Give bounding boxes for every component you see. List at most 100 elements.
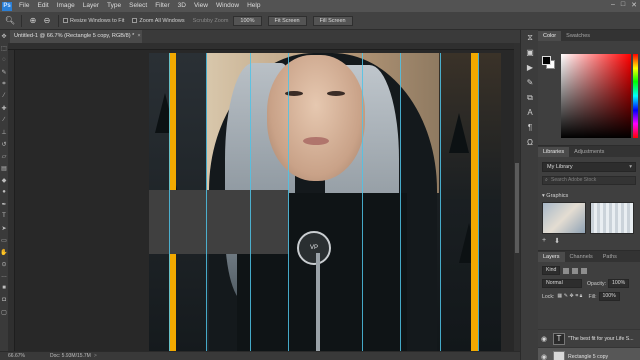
tab-layers[interactable]: Layers bbox=[538, 252, 565, 262]
graphics-section-heading[interactable]: ▾ Graphics bbox=[542, 193, 636, 199]
blend-mode-select[interactable]: Normal bbox=[542, 279, 582, 288]
brush-tool-icon[interactable]: ∕ bbox=[0, 114, 8, 126]
tab-adjustments[interactable]: Adjustments bbox=[569, 147, 609, 157]
adjustment-filter-icon[interactable] bbox=[572, 267, 579, 274]
menu-help[interactable]: Help bbox=[243, 0, 264, 12]
lasso-tool-icon[interactable]: ◌ bbox=[0, 54, 8, 66]
vertical-ruler[interactable] bbox=[8, 50, 15, 351]
hand-tool-icon[interactable]: ✋ bbox=[0, 246, 8, 258]
dodge-tool-icon[interactable]: ● bbox=[0, 186, 8, 198]
healing-tool-icon[interactable]: ✚ bbox=[0, 102, 8, 114]
type-tool-icon[interactable]: T bbox=[0, 210, 8, 222]
layer-name[interactable]: Rectangle 5 copy bbox=[568, 354, 640, 360]
fill-screen-button[interactable]: Fill Screen bbox=[312, 15, 353, 26]
guide-line[interactable] bbox=[288, 53, 289, 351]
scrubby-zoom-label[interactable]: Scrubby Zoom bbox=[193, 18, 229, 24]
tab-libraries[interactable]: Libraries bbox=[538, 147, 570, 157]
color-swatch-icon[interactable]: ■ bbox=[0, 282, 8, 294]
menu-view[interactable]: View bbox=[190, 0, 212, 12]
guide-line[interactable] bbox=[400, 53, 401, 351]
history-icon[interactable]: ⧖ bbox=[521, 30, 539, 45]
maximize-icon[interactable]: □ bbox=[621, 1, 625, 9]
guide-line[interactable] bbox=[169, 53, 170, 351]
fill-input[interactable]: 100% bbox=[598, 292, 620, 301]
guide-line[interactable] bbox=[250, 53, 251, 351]
stock-search-input[interactable]: ⌕ Search Adobe Stock bbox=[542, 176, 636, 185]
close-window-icon[interactable]: ✕ bbox=[631, 1, 637, 9]
layer-kind-filter[interactable]: Kind bbox=[542, 266, 561, 275]
layer-row[interactable]: ◉ T "The best fit for your Life S... bbox=[538, 329, 640, 347]
move-tool-icon[interactable]: ✥ bbox=[0, 30, 8, 42]
shape-tool-icon[interactable]: ▭ bbox=[0, 234, 8, 246]
graphic-thumbnail[interactable] bbox=[542, 202, 586, 234]
properties-icon[interactable]: ▣ bbox=[521, 45, 539, 60]
add-content-icon[interactable]: + bbox=[542, 237, 546, 245]
guide-line[interactable] bbox=[478, 53, 479, 351]
menu-type[interactable]: Type bbox=[103, 0, 125, 12]
menu-filter[interactable]: Filter bbox=[151, 0, 173, 12]
zoom-in-icon[interactable]: ⊕ bbox=[26, 15, 40, 27]
zoom-tool-icon[interactable]: 🔍︎ bbox=[3, 15, 17, 27]
menu-file[interactable]: File bbox=[15, 0, 33, 12]
type-filter-icon[interactable] bbox=[581, 267, 588, 274]
graphic-thumbnail[interactable] bbox=[590, 202, 634, 234]
opacity-input[interactable]: 100% bbox=[608, 279, 630, 288]
scrollbar-thumb[interactable] bbox=[515, 163, 519, 253]
eraser-tool-icon[interactable]: ▱ bbox=[0, 150, 8, 162]
actions-icon[interactable]: ▶ bbox=[521, 60, 539, 75]
path-select-tool-icon[interactable]: ➤ bbox=[0, 222, 8, 234]
gradient-tool-icon[interactable]: ▤ bbox=[0, 162, 8, 174]
gray-rectangle-shape[interactable] bbox=[149, 190, 289, 254]
blur-tool-icon[interactable]: ◆ bbox=[0, 174, 8, 186]
zoom-all-windows-checkbox[interactable]: Zoom All Windows bbox=[132, 18, 185, 24]
menu-3d[interactable]: 3D bbox=[174, 0, 190, 12]
close-tab-icon[interactable]: × bbox=[137, 33, 140, 39]
pixel-filter-icon[interactable] bbox=[563, 267, 570, 274]
eyedropper-tool-icon[interactable]: ⁄ bbox=[0, 90, 8, 102]
stamp-tool-icon[interactable]: ⊥ bbox=[0, 126, 8, 138]
menu-image[interactable]: Image bbox=[53, 0, 79, 12]
paragraph-icon[interactable]: ¶ bbox=[521, 120, 539, 135]
gold-stripe-right[interactable] bbox=[471, 53, 478, 351]
menu-window[interactable]: Window bbox=[212, 0, 243, 12]
resize-windows-checkbox[interactable]: Resize Windows to Fit bbox=[63, 18, 124, 24]
checkbox-box[interactable] bbox=[132, 18, 138, 23]
more-tools-icon[interactable]: … bbox=[0, 270, 8, 282]
quick-mask-icon[interactable]: ◘ bbox=[0, 294, 8, 306]
zoom-tool-icon[interactable]: ⊙ bbox=[0, 258, 8, 270]
clone-source-icon[interactable]: ⧉ bbox=[521, 90, 539, 105]
foreground-color-swatch[interactable] bbox=[542, 56, 551, 65]
menu-layer[interactable]: Layer bbox=[79, 0, 103, 12]
quick-select-tool-icon[interactable]: ✎ bbox=[0, 66, 8, 78]
zoom-out-icon[interactable]: ⊖ bbox=[40, 15, 54, 27]
minimize-icon[interactable]: – bbox=[611, 1, 615, 9]
menu-select[interactable]: Select bbox=[125, 0, 151, 12]
status-menu-arrow-icon[interactable]: > bbox=[94, 353, 97, 359]
marquee-tool-icon[interactable]: ⬚ bbox=[0, 42, 8, 54]
horizontal-ruler[interactable] bbox=[8, 43, 514, 50]
tab-channels[interactable]: Channels bbox=[565, 252, 598, 262]
crop-tool-icon[interactable]: ⌗ bbox=[0, 78, 8, 90]
brush-settings-icon[interactable]: ✎ bbox=[521, 75, 539, 90]
tab-paths[interactable]: Paths bbox=[598, 252, 622, 262]
hue-slider[interactable] bbox=[633, 54, 638, 138]
layer-name[interactable]: "The best fit for your Life S... bbox=[568, 336, 640, 342]
download-icon[interactable]: ⬇ bbox=[554, 237, 560, 245]
checkbox-box[interactable] bbox=[63, 18, 68, 23]
visibility-eye-icon[interactable]: ◉ bbox=[538, 353, 550, 360]
guide-line[interactable] bbox=[440, 53, 441, 351]
layer-row-selected[interactable]: ◉ Rectangle 5 copy bbox=[538, 347, 640, 360]
character-icon[interactable]: A bbox=[521, 105, 539, 120]
zoom-100-button[interactable]: 100% bbox=[233, 15, 262, 26]
visibility-eye-icon[interactable]: ◉ bbox=[538, 335, 550, 343]
screen-mode-icon[interactable]: ▢ bbox=[0, 306, 8, 318]
color-picker-field[interactable] bbox=[561, 54, 631, 138]
document-tab[interactable]: Untitled-1 @ 66.7% (Rectangle 5 copy, RG… bbox=[10, 30, 142, 43]
fit-screen-button[interactable]: Fit Screen bbox=[267, 15, 307, 26]
zoom-level[interactable]: 66.67% bbox=[0, 353, 30, 359]
guide-line[interactable] bbox=[362, 53, 363, 351]
guide-line[interactable] bbox=[206, 53, 207, 351]
history-brush-tool-icon[interactable]: ↺ bbox=[0, 138, 8, 150]
lock-icons[interactable]: ▦ ✎ ✥ ⌗ 🔒︎ bbox=[557, 293, 582, 300]
glyphs-icon[interactable]: Ω bbox=[521, 135, 539, 150]
